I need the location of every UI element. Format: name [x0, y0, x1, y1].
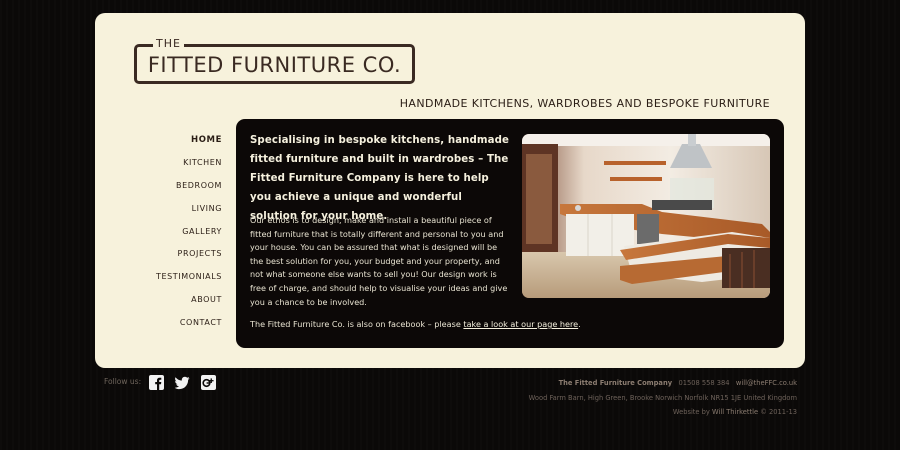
google-plus-icon[interactable]	[201, 375, 216, 390]
nav-item-living[interactable]: LIVING	[95, 201, 222, 224]
nav-item-gallery[interactable]: GALLERY	[95, 224, 222, 247]
footer-info: The Fitted Furniture Company 01508 558 3…	[529, 376, 797, 420]
twitter-icon[interactable]	[175, 375, 190, 390]
footer-credit-prefix: Website by	[672, 408, 710, 416]
nav-item-projects[interactable]: PROJECTS	[95, 246, 222, 269]
content-box: Specialising in bespoke kitchens, handma…	[236, 119, 784, 348]
nav-item-bedroom[interactable]: BEDROOM	[95, 178, 222, 201]
footer-email-link[interactable]: will@theFFC.co.uk	[736, 379, 797, 387]
logo-the: THE	[153, 37, 184, 51]
facebook-line-suffix: .	[578, 319, 581, 329]
nav-item-contact[interactable]: CONTACT	[95, 315, 222, 338]
facebook-page-link[interactable]: take a look at our page here	[463, 319, 578, 329]
main-panel: THE FITTED FURNITURE CO. HANDMADE KITCHE…	[95, 13, 805, 368]
nav-item-home[interactable]: HOME	[95, 132, 222, 155]
footer-company-name: The Fitted Furniture Company	[558, 379, 673, 387]
intro-heading: Specialising in bespoke kitchens, handma…	[250, 135, 510, 222]
footer-address: Wood Farm Barn, High Green, Brooke Norwi…	[528, 393, 797, 402]
nav-item-kitchen[interactable]: KITCHEN	[95, 155, 222, 178]
kitchen-photo	[522, 134, 770, 298]
footer-credit-line: Website by Will Thirkettle © 2011-13	[529, 405, 797, 420]
footer-credit-link[interactable]: Will Thirkettle	[712, 408, 758, 416]
body-paragraph: Our ethos is to design, make and install…	[250, 215, 508, 307]
facebook-icon[interactable]	[149, 375, 164, 390]
footer-phone: 01508 558 384	[678, 379, 730, 387]
facebook-line-prefix: The Fitted Furniture Co. is also on face…	[250, 319, 464, 329]
facebook-line: The Fitted Furniture Co. is also on face…	[250, 319, 590, 329]
kitchen-photo-image	[522, 134, 770, 298]
main-nav: HOME KITCHEN BEDROOM LIVING GALLERY PROJ…	[95, 132, 222, 338]
site-logo[interactable]: THE FITTED FURNITURE CO.	[134, 37, 415, 84]
nav-item-about[interactable]: ABOUT	[95, 292, 222, 315]
footer-credit-suffix: © 2011-13	[760, 408, 797, 416]
nav-item-testimonials[interactable]: TESTIMONIALS	[95, 269, 222, 292]
tagline: HANDMADE KITCHENS, WARDROBES AND BESPOKE…	[399, 97, 770, 110]
footer-contact-line: The Fitted Furniture Company 01508 558 3…	[529, 376, 797, 391]
follow-us-label: Follow us:	[104, 377, 142, 386]
logo-name: FITTED FURNITURE CO.	[147, 53, 402, 77]
